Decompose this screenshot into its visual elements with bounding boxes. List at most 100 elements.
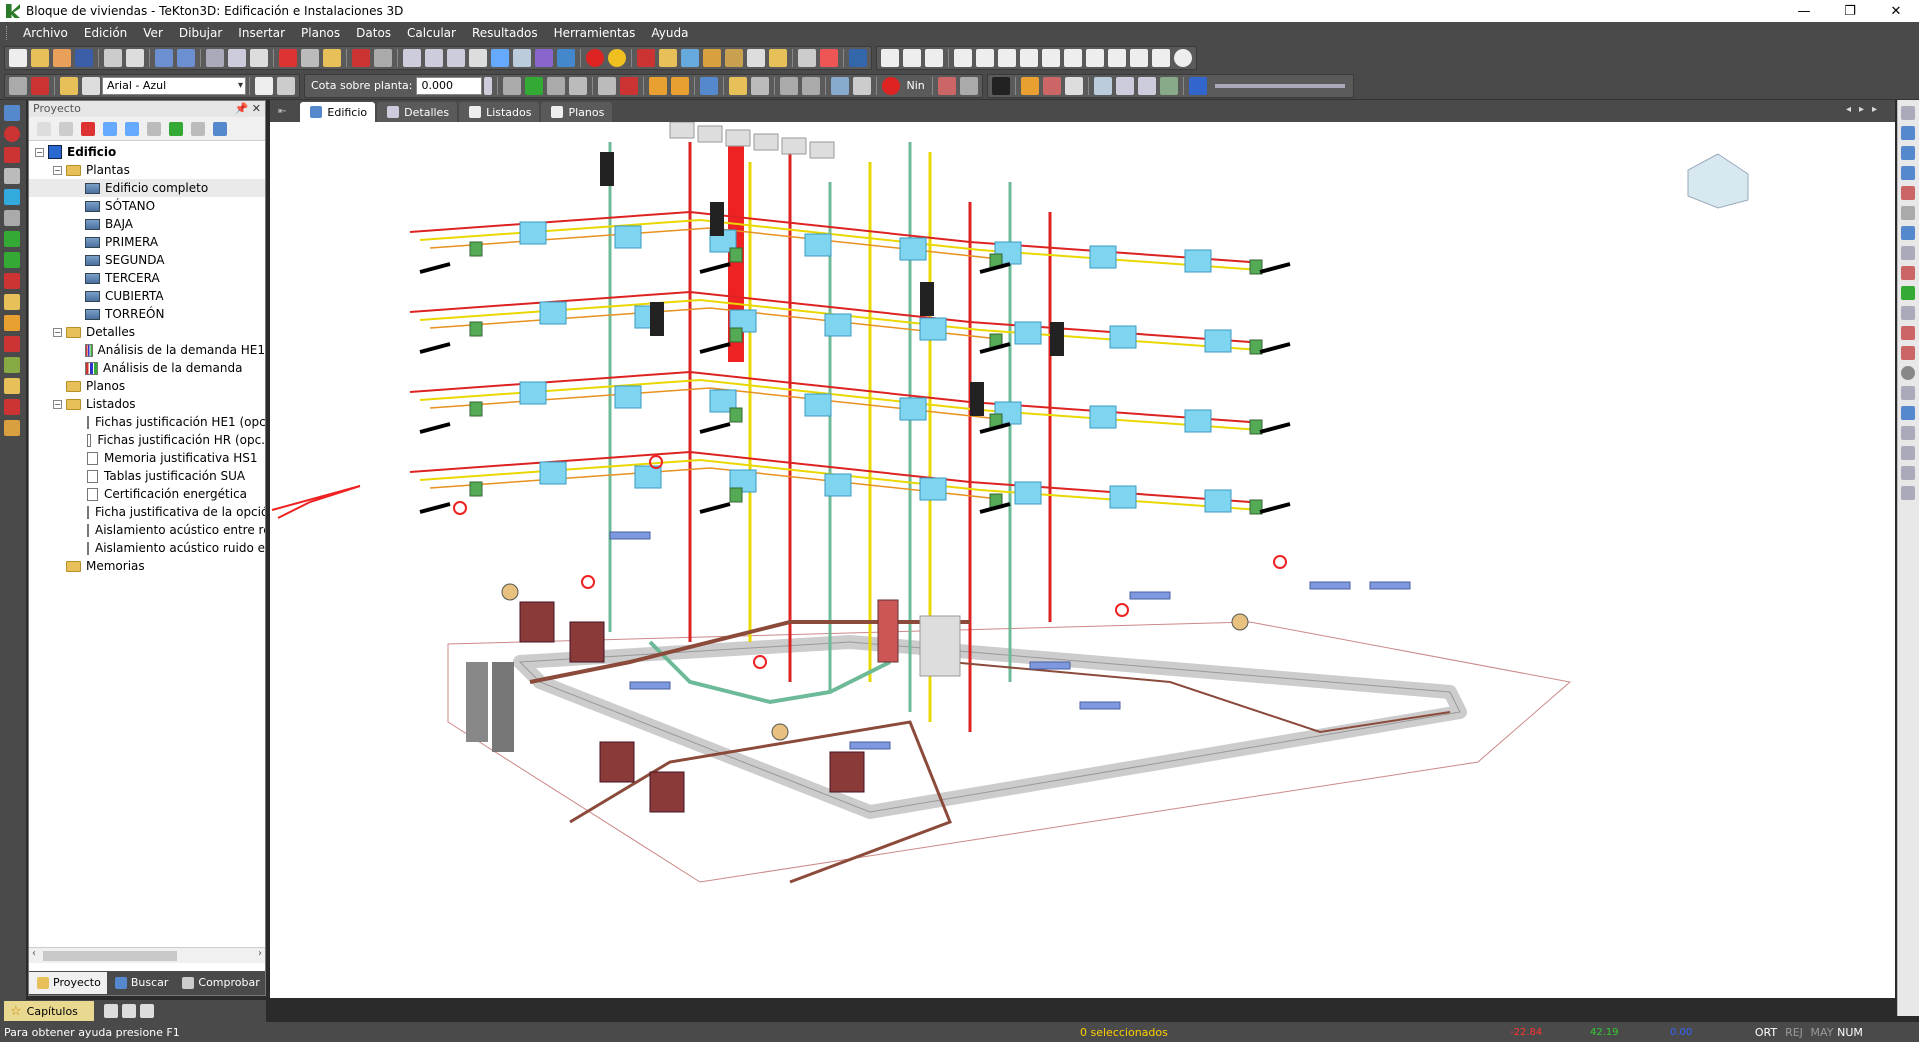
ucs-icon[interactable]	[1093, 76, 1112, 95]
snap-insertion-icon[interactable]	[1042, 49, 1060, 67]
minimize-button[interactable]: —	[1781, 0, 1827, 22]
tabs-left-arrow-icon[interactable]: ⇤	[278, 106, 286, 117]
calc-icon[interactable]	[374, 49, 392, 67]
text-edit-icon[interactable]	[277, 76, 295, 95]
nav-align-icon[interactable]	[1901, 246, 1915, 260]
tree-node-tercera[interactable]: TERCERA	[29, 269, 265, 287]
menu-ayuda[interactable]: Ayuda	[643, 23, 696, 43]
link-icon[interactable]	[831, 76, 850, 95]
text-doc-icon[interactable]	[82, 76, 100, 95]
nav-curve-icon[interactable]	[1901, 166, 1915, 180]
nav-arc-icon[interactable]	[1901, 146, 1915, 160]
nav-scale-icon[interactable]	[1901, 446, 1915, 460]
tool-pipe-icon[interactable]	[4, 147, 20, 163]
snap-center-icon[interactable]	[925, 49, 943, 67]
redo-icon[interactable]	[177, 49, 195, 67]
snap-perpendicular-icon[interactable]	[1064, 49, 1082, 67]
tool-drain-icon[interactable]	[4, 252, 20, 268]
tool-building-icon[interactable]	[4, 105, 20, 121]
tab-comprobar[interactable]: Comprobar	[174, 972, 265, 994]
tree-node-listado-7[interactable]: Aislamiento acústico entre re	[29, 521, 265, 539]
menu-planos[interactable]: Planos	[293, 23, 348, 43]
floor-move-icon[interactable]	[569, 76, 588, 95]
collapse-icon[interactable]: −	[53, 165, 62, 175]
tree-node-listado-8[interactable]: Aislamiento acústico ruido e	[29, 539, 265, 557]
spin-icon[interactable]	[484, 76, 493, 95]
tool-orange-icon[interactable]	[4, 315, 20, 331]
slab-icon[interactable]	[725, 49, 743, 67]
print-icon[interactable]	[104, 49, 122, 67]
floor-copy-icon[interactable]	[547, 76, 566, 95]
tree-delete-icon[interactable]	[81, 121, 95, 136]
properties-icon[interactable]	[301, 49, 319, 67]
tree-node-plantas[interactable]: − Plantas	[29, 161, 265, 179]
tree-node-listado-3[interactable]: Memoria justificativa HS1	[29, 449, 265, 467]
zoom-in-icon[interactable]	[425, 49, 443, 67]
3d-viewport[interactable]	[270, 122, 1895, 998]
tab-navigation-arrows[interactable]: ◂▸▸	[1846, 104, 1885, 115]
zoom-icon[interactable]	[403, 49, 421, 67]
tree-refresh-icon[interactable]	[169, 121, 183, 136]
tree-node-listado-1[interactable]: Fichas justificación HE1 (opc	[29, 413, 265, 431]
transparency-slider[interactable]	[1214, 83, 1345, 88]
tool-water-icon[interactable]	[4, 189, 20, 205]
ortho-icon[interactable]	[649, 76, 668, 95]
cap-doc-icon[interactable]	[104, 1004, 118, 1018]
nav-magnet-icon[interactable]	[1901, 426, 1915, 440]
tool-box-icon[interactable]	[4, 378, 20, 394]
paste-icon[interactable]	[250, 49, 268, 67]
print-preview-icon[interactable]	[126, 49, 144, 67]
snap-midpoint-icon[interactable]	[903, 49, 921, 67]
snap-node-icon[interactable]	[954, 49, 972, 67]
tool-gas-icon[interactable]	[4, 399, 20, 415]
save-icon[interactable]	[75, 49, 93, 67]
doc-tab-listados[interactable]: Listados	[459, 102, 540, 122]
tree-node-primera[interactable]: PRIMERA	[29, 233, 265, 251]
snap-nearest-icon[interactable]	[1108, 49, 1126, 67]
new-file-icon[interactable]	[9, 49, 27, 67]
open-recent-icon[interactable]	[53, 49, 71, 67]
doc-tab-detalles[interactable]: Detalles	[377, 102, 458, 122]
snap-tangent-icon[interactable]	[1086, 49, 1104, 67]
tree-node-memorias[interactable]: Memorias	[29, 557, 265, 575]
snap-circle-icon[interactable]	[1174, 49, 1192, 67]
font-style-select[interactable]: Arial - Azul	[102, 76, 246, 95]
section-box-icon[interactable]	[1137, 76, 1156, 95]
close-button[interactable]: ✕	[1873, 0, 1919, 22]
pipe-icon[interactable]	[637, 49, 655, 67]
tree-node-edificio-completo[interactable]: Edificio completo	[29, 179, 265, 197]
menu-datos[interactable]: Datos	[348, 23, 399, 43]
collapse-icon[interactable]: −	[53, 327, 62, 337]
zoom-out-icon[interactable]	[447, 49, 465, 67]
doc-tab-edificio[interactable]: Edificio	[300, 102, 376, 122]
tree-node-sotano[interactable]: SÓTANO	[29, 197, 265, 215]
tab-proyecto[interactable]: Proyecto	[29, 972, 107, 994]
cube-icon[interactable]	[681, 49, 699, 67]
nav-rotate-icon[interactable]	[1901, 126, 1915, 140]
clip-icon[interactable]	[1159, 76, 1178, 95]
wireframe-icon[interactable]	[1064, 76, 1083, 95]
grid-dots-icon[interactable]	[598, 76, 617, 95]
cap-tree-icon[interactable]	[140, 1004, 154, 1018]
no-entry-icon[interactable]	[820, 49, 838, 67]
zoom-extents-icon[interactable]	[491, 49, 509, 67]
view-3d-icon[interactable]	[535, 49, 553, 67]
brush-icon[interactable]	[323, 49, 341, 67]
bug-icon[interactable]	[620, 76, 639, 95]
red-sphere-icon[interactable]	[586, 49, 604, 67]
tool-fire-icon[interactable]	[4, 336, 20, 352]
snap-intersection-icon[interactable]	[998, 49, 1016, 67]
tree-settings-icon[interactable]	[191, 121, 205, 136]
tree-node-analisis-he1[interactable]: Análisis de la demanda HE1	[29, 341, 265, 359]
nav-sphere-icon[interactable]	[1901, 366, 1915, 380]
dimension-icon[interactable]	[751, 76, 770, 95]
nav-orbit-icon[interactable]	[1901, 106, 1915, 120]
nav-dim-icon[interactable]	[1901, 326, 1915, 340]
tool-vent-icon[interactable]	[4, 357, 20, 373]
snap-parallel-icon[interactable]	[1130, 49, 1148, 67]
tree-edit-icon[interactable]	[59, 121, 73, 136]
menu-calcular[interactable]: Calcular	[399, 23, 464, 43]
tree-node-listados[interactable]: − Listados	[29, 395, 265, 413]
yellow-sphere-icon[interactable]	[608, 49, 626, 67]
snap-quadrant-icon[interactable]	[976, 49, 994, 67]
